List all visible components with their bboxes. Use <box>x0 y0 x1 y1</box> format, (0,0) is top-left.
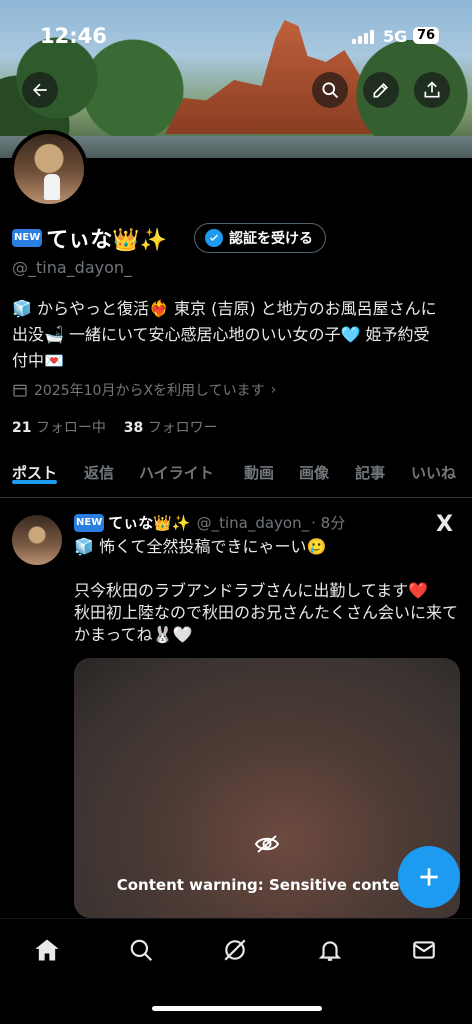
tab-posts[interactable]: ポスト <box>12 452 58 484</box>
network-label: 5G <box>383 27 408 46</box>
bio-line: 付中💌 <box>12 351 64 370</box>
grok-icon <box>224 939 246 961</box>
followers-link[interactable]: 38 フォロワー <box>124 420 218 436</box>
avatar-figure <box>44 174 60 200</box>
follow-stats: 21 フォロー中 38 フォロワー <box>12 417 218 437</box>
nav-search[interactable] <box>126 935 156 965</box>
share-button[interactable] <box>414 72 450 108</box>
edit-button[interactable] <box>363 72 399 108</box>
home-indicator <box>152 1006 322 1011</box>
eye-off-icon <box>254 835 280 853</box>
nav-messages[interactable] <box>409 935 439 965</box>
post-author-handle: @_tina_dayon_ <box>196 513 310 532</box>
following-link[interactable]: 21 フォロー中 <box>12 420 106 436</box>
joined-date-row[interactable]: 2025年10月からXを利用しています › <box>12 380 276 400</box>
following-count: 21 <box>12 420 32 436</box>
calendar-icon <box>13 384 27 397</box>
search-icon <box>322 82 339 99</box>
nav-home[interactable] <box>32 935 62 965</box>
bell-icon <box>318 941 342 961</box>
search-button[interactable] <box>312 72 348 108</box>
bio-line: 出没🛁 一緒にいて安心感居心地のいい女の子🩵 姫予約受 <box>12 325 430 344</box>
followers-label: フォロワー <box>147 420 218 436</box>
profile-handle: @_tina_dayon_ <box>12 258 133 277</box>
followers-count: 38 <box>123 420 144 436</box>
post-time: · 8分 <box>311 514 346 532</box>
profile-avatar[interactable] <box>10 130 88 208</box>
profile-bio: 🧊 からやっと復活❤️‍🔥 東京 (吉原) と地方のお風呂屋さんに 出没🛁 一緒… <box>12 296 464 374</box>
battery-indicator: 76 <box>413 27 440 44</box>
plus-icon <box>420 868 438 886</box>
post-avatar[interactable] <box>12 515 62 565</box>
nav-notifications[interactable] <box>315 935 345 965</box>
tab-videos[interactable]: 動画 <box>244 452 274 483</box>
tab-articles[interactable]: 記事 <box>355 452 385 483</box>
status-bar: 12:46 5G 76 <box>0 22 472 52</box>
share-icon <box>424 81 440 98</box>
new-badge: NEW <box>74 513 105 532</box>
search-icon <box>130 939 153 962</box>
home-icon <box>35 939 59 961</box>
new-badge: NEW <box>12 229 43 247</box>
pencil-icon <box>373 82 389 98</box>
tab-likes[interactable]: いいね <box>411 452 456 483</box>
get-verified-button[interactable]: 認証を受ける <box>194 223 326 253</box>
compose-button[interactable] <box>398 846 460 908</box>
post-header: NEW てぃな👑✨ @_tina_dayon_ · 8分 <box>74 512 345 533</box>
verified-check-icon <box>205 229 223 247</box>
mail-icon <box>413 941 435 959</box>
nav-grok[interactable] <box>220 935 250 965</box>
post-author-name[interactable]: てぃな👑✨ <box>108 512 190 533</box>
profile-tabs: ポスト 返信 ハイライト 動画 画像 記事 いいね <box>0 452 472 498</box>
joined-date: 2025年10月からXを利用しています <box>34 383 265 399</box>
tab-highlights[interactable]: ハイライト <box>139 452 214 483</box>
status-time: 12:46 <box>40 24 107 48</box>
bio-line: 🧊 からやっと復活❤️‍🔥 東京 (吉原) と地方のお風呂屋さんに <box>12 299 437 318</box>
back-button[interactable] <box>22 72 58 108</box>
tab-replies[interactable]: 返信 <box>84 452 114 483</box>
get-verified-label: 認証を受ける <box>229 231 313 247</box>
chevron-right-icon: › <box>270 382 277 398</box>
tab-images[interactable]: 画像 <box>299 452 329 483</box>
post-text: 🧊 怖くて全然投稿できにゃーい🥲 只今秋田のラブアンドラブさんに出勤してます❤️… <box>74 537 459 644</box>
display-name: てぃな👑✨ <box>46 228 168 253</box>
back-arrow-icon <box>33 83 47 97</box>
following-label: フォロー中 <box>35 420 106 436</box>
signal-icon <box>352 30 374 44</box>
profile-name-row: NEW てぃな👑✨ <box>12 222 167 254</box>
x-logo-icon: X <box>436 512 453 537</box>
